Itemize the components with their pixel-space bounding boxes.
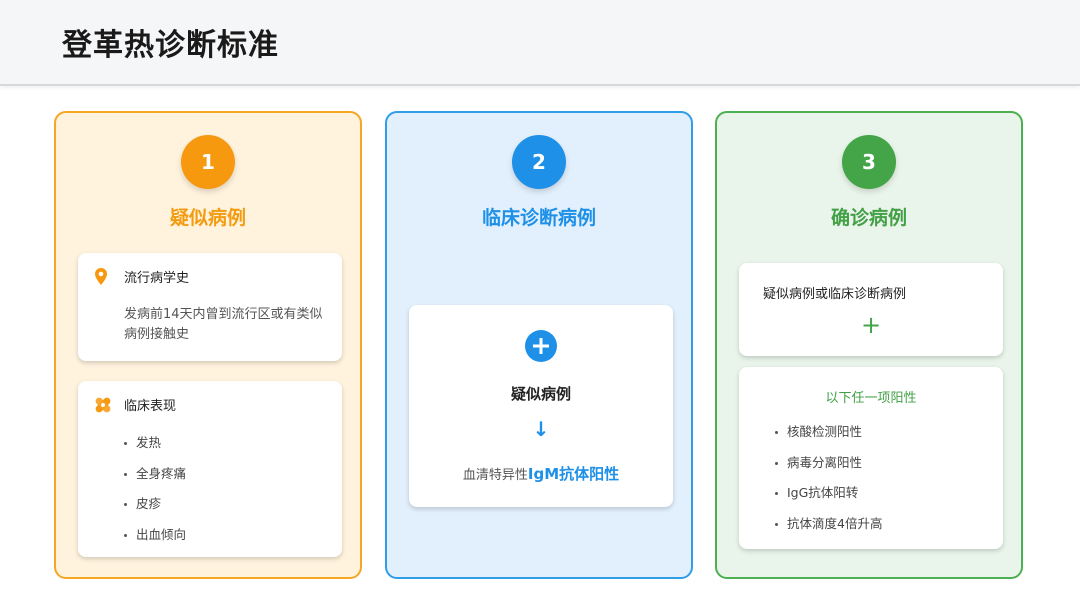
prerequisite-text: 疑似病例或临床诊断病例 — [763, 287, 907, 302]
list-item: 核酸检测阳性 — [774, 424, 882, 455]
list-item: 发热 — [123, 435, 186, 466]
card-heading: 临床表现 — [124, 399, 177, 414]
epidemiology-card: 流行病学史 发病前14天内曾到流行区或有类似病例接触史 — [78, 253, 342, 361]
header-bar: 登革热诊断标准 — [0, 0, 1080, 86]
list-item: IgG抗体阳转 — [774, 485, 882, 516]
column-confirmed-case: 3 确诊病例 疑似病例或临床诊断病例 + 以下任一项阳性 核酸检测阳性 病毒分离… — [715, 111, 1023, 579]
list-item: 出血倾向 — [123, 527, 186, 558]
column-title: 确诊病例 — [830, 207, 907, 229]
criteria-card: 疑似病例 ↓ 血清特异性IgM抗体阳性 — [409, 305, 673, 507]
column-clinical-diagnosis: 2 临床诊断病例 疑似病例 ↓ 血清特异性IgM抗体阳性 — [385, 111, 693, 579]
step-number-badge: 2 — [512, 135, 566, 189]
bandage-icon — [94, 396, 112, 418]
positive-tests-card: 以下任一项阳性 核酸检测阳性 病毒分离阳性 IgG抗体阳转 抗体滴度4倍升高 — [739, 367, 1003, 549]
location-pin-icon — [94, 268, 108, 289]
step-number-badge: 1 — [181, 135, 235, 189]
test-prefix: 血清特异性 — [462, 468, 528, 483]
symptom-list: 发热 全身疼痛 皮疹 出血倾向 — [123, 435, 186, 558]
column-title: 疑似病例 — [169, 207, 246, 229]
base-condition: 疑似病例 — [510, 385, 571, 403]
clinical-card: 临床表现 发热 全身疼痛 皮疹 出血倾向 — [78, 381, 342, 557]
step-number-badge: 3 — [842, 135, 896, 189]
column-suspected-case: 1 疑似病例 流行病学史 发病前14天内曾到流行区或有类似病例接触史 临床表现 … — [54, 111, 362, 579]
test-highlight: IgM抗体阳性 — [527, 465, 620, 483]
plus-circle-icon — [525, 330, 557, 366]
test-requirement: 血清特异性IgM抗体阳性 — [409, 463, 673, 484]
list-item: 全身疼痛 — [123, 466, 186, 497]
card-description: 发病前14天内曾到流行区或有类似病例接触史 — [124, 307, 323, 342]
list-item: 皮疹 — [123, 496, 186, 527]
prerequisite-card: 疑似病例或临床诊断病例 + — [739, 263, 1003, 356]
list-item: 抗体滴度4倍升高 — [774, 516, 882, 547]
card-heading: 流行病学史 — [124, 271, 190, 286]
page-title: 登革热诊断标准 — [62, 28, 279, 63]
positive-tests-list: 核酸检测阳性 病毒分离阳性 IgG抗体阳转 抗体滴度4倍升高 — [774, 424, 882, 547]
column-title: 临床诊断病例 — [481, 207, 596, 229]
plus-icon: + — [860, 311, 882, 339]
arrow-down-icon: ↓ — [532, 417, 550, 441]
list-item: 病毒分离阳性 — [774, 455, 882, 486]
positive-tests-title: 以下任一项阳性 — [825, 391, 917, 406]
